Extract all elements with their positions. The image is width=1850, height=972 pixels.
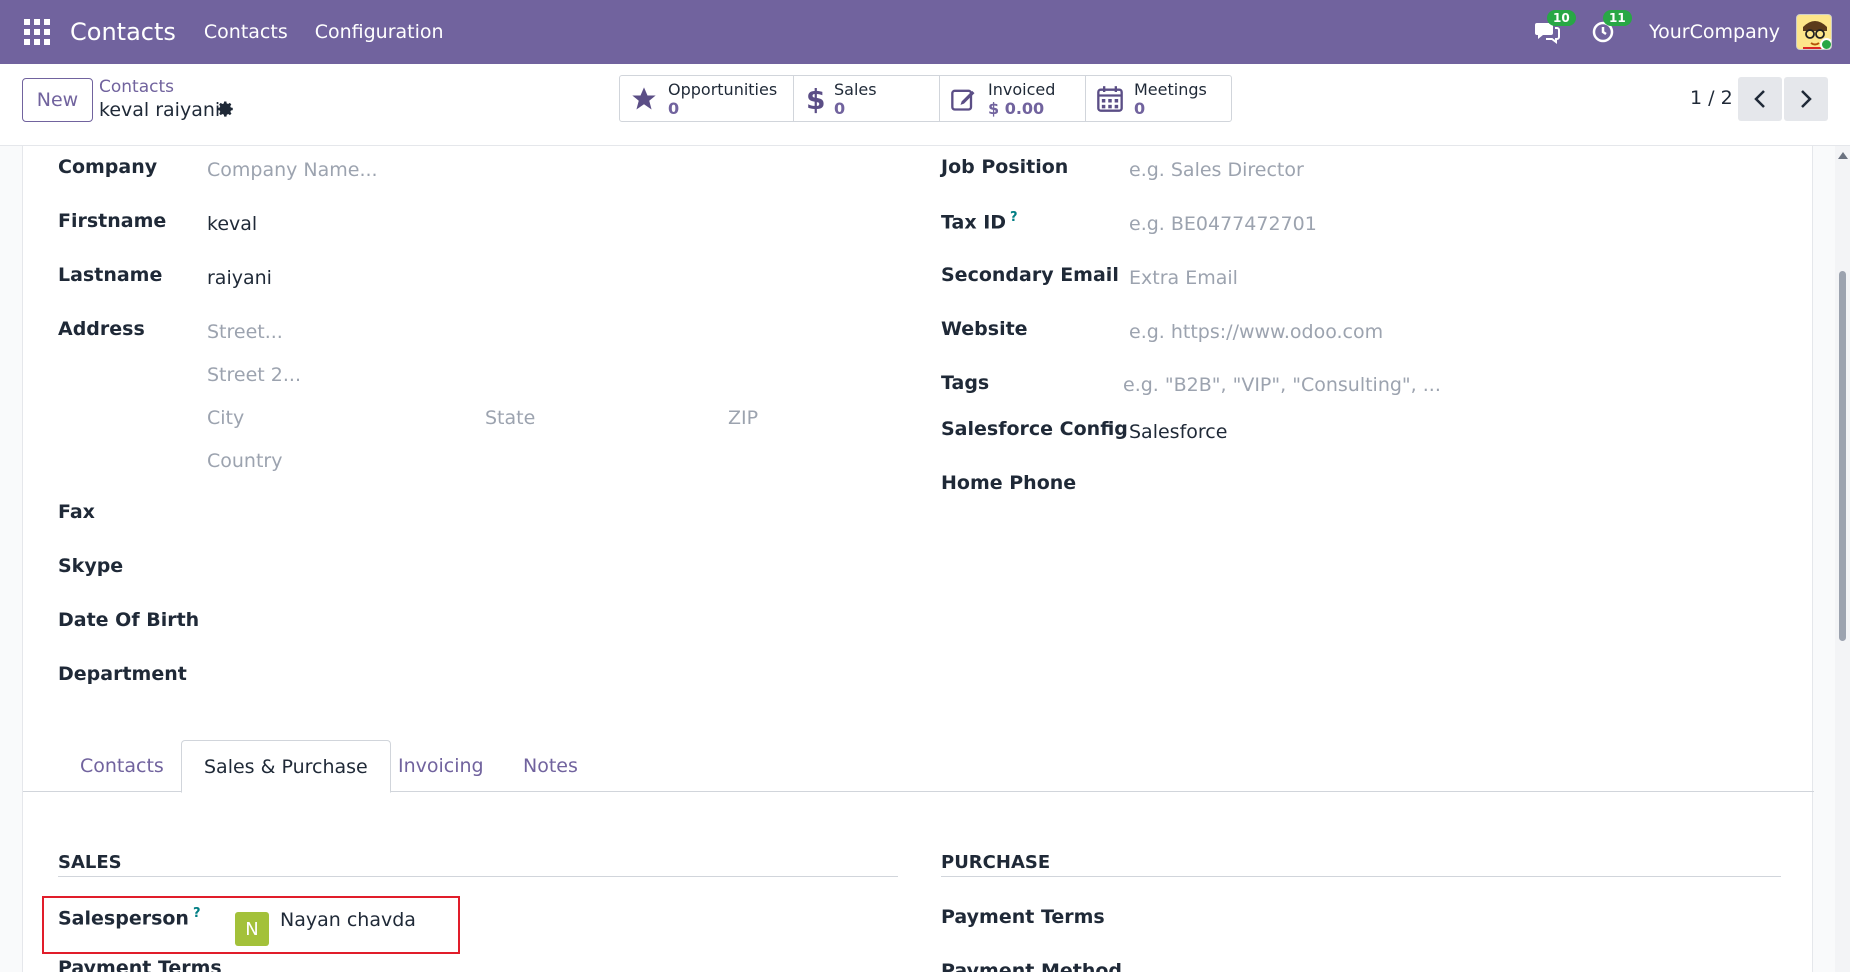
menu-contacts[interactable]: Contacts [204, 21, 288, 43]
meetings-button[interactable]: Meetings 0 [1086, 76, 1231, 121]
fax-label: Fax [58, 501, 95, 523]
svg-text:$: $ [806, 84, 824, 114]
scroll-up-arrow-icon[interactable] [1838, 152, 1848, 159]
website-label: Website [941, 318, 1028, 340]
scrollbar[interactable] [1835, 146, 1850, 972]
purchase-payment-terms-label: Payment Terms [941, 906, 1105, 928]
company-input[interactable]: Company Name... [207, 159, 378, 181]
activities-button[interactable]: 11 [1587, 10, 1632, 48]
form-sheet: Company Company Name... Firstname keval … [22, 146, 1814, 972]
skype-label: Skype [58, 555, 124, 577]
department-label: Department [58, 663, 187, 685]
firstname-input[interactable]: keval [207, 213, 257, 235]
chevron-right-icon [1801, 90, 1812, 108]
sales-section-title: SALES [58, 852, 122, 873]
lastname-input[interactable]: raiyani [207, 267, 272, 289]
tax-id-label-text: Tax ID [941, 211, 1007, 234]
secondary-email-label: Secondary Email [941, 264, 1119, 286]
firstname-label: Firstname [58, 210, 167, 232]
tax-id-label: Tax ID? [941, 210, 1018, 233]
breadcrumb-current: keval raiyani [99, 99, 221, 121]
pager-value[interactable]: 1 / 2 [1690, 87, 1733, 109]
secondary-email-input[interactable]: Extra Email [1129, 267, 1238, 289]
tags-input[interactable]: e.g. "B2B", "VIP", "Consulting", ... [1123, 374, 1441, 396]
sales-button[interactable]: $ Sales 0 [794, 76, 940, 121]
sales-payment-terms-label: Payment Terms [58, 957, 222, 972]
lastname-label: Lastname [58, 264, 163, 286]
user-avatar[interactable] [1796, 14, 1832, 50]
stat-label: Meetings [1134, 79, 1207, 99]
tab-invoicing[interactable]: Invoicing [376, 740, 506, 792]
stat-label: Invoiced [988, 79, 1056, 99]
city-input[interactable]: City [207, 407, 244, 429]
stat-value: 0 [834, 98, 846, 118]
salesforce-config-input[interactable]: Salesforce [1129, 421, 1227, 443]
pager-previous-button[interactable] [1738, 77, 1782, 121]
help-icon[interactable]: ? [1010, 210, 1018, 225]
menu-configuration[interactable]: Configuration [315, 21, 444, 43]
apps-grid-icon[interactable] [24, 19, 50, 45]
country-input[interactable]: Country [207, 450, 282, 472]
control-panel: New Contacts keval raiyani Opportunities… [0, 64, 1850, 146]
online-status-dot [1820, 38, 1831, 49]
activities-badge: 11 [1603, 10, 1632, 26]
company-switcher[interactable]: YourCompany [1649, 21, 1780, 43]
tab-notes[interactable]: Notes [501, 740, 600, 792]
top-navbar: Contacts Contacts Configuration 10 11 Yo… [0, 0, 1850, 64]
address-label: Address [58, 318, 145, 340]
opportunities-button[interactable]: Opportunities 0 [620, 76, 794, 121]
star-icon [632, 86, 656, 109]
website-input[interactable]: e.g. https://www.odoo.com [1129, 321, 1383, 343]
dollar-icon: $ [806, 84, 824, 114]
stat-label: Sales [834, 79, 877, 99]
edit-icon [951, 89, 975, 111]
calendar-icon [1097, 85, 1123, 112]
stat-label: Opportunities [668, 79, 778, 99]
messages-badge: 10 [1547, 10, 1576, 26]
sales-divider [58, 876, 898, 877]
tab-sales-purchase[interactable]: Sales & Purchase [181, 740, 391, 793]
purchase-payment-method-label: Payment Method [941, 960, 1123, 972]
street2-input[interactable]: Street 2... [207, 364, 301, 386]
company-label: Company [58, 156, 158, 178]
street-input[interactable]: Street... [207, 321, 283, 343]
stat-value: 0 [668, 98, 680, 118]
app-brand[interactable]: Contacts [70, 18, 176, 46]
tab-contacts[interactable]: Contacts [58, 740, 186, 792]
home-phone-label: Home Phone [941, 472, 1077, 494]
invoiced-button[interactable]: Invoiced $ 0.00 [940, 76, 1086, 121]
scroll-thumb[interactable] [1839, 271, 1846, 641]
purchase-section-title: PURCHASE [941, 852, 1051, 873]
salesforce-config-label: Salesforce Config [941, 418, 1128, 440]
notebook-tabs: Contacts Sales & Purchase Invoicing Note… [23, 740, 1814, 793]
tags-label: Tags [941, 372, 990, 394]
purchase-divider [941, 876, 1781, 877]
tax-id-input[interactable]: e.g. BE0477472701 [1129, 213, 1317, 235]
gear-icon[interactable] [217, 100, 235, 123]
zip-input[interactable]: ZIP [728, 407, 758, 429]
breadcrumb-parent[interactable]: Contacts [99, 77, 174, 97]
pager-next-button[interactable] [1784, 77, 1828, 121]
chevron-left-icon [1754, 90, 1765, 108]
state-input[interactable]: State [485, 407, 535, 429]
smart-buttons: Opportunities 0 $ Sales 0 Invoiced $ 0.0… [619, 75, 1232, 122]
stat-value: 0 [1134, 98, 1146, 118]
salesperson-avatar: N [235, 912, 269, 946]
dob-label: Date Of Birth [58, 609, 200, 631]
messages-button[interactable]: 10 [1531, 10, 1576, 48]
job-position-input[interactable]: e.g. Sales Director [1129, 159, 1304, 181]
job-position-label: Job Position [941, 156, 1069, 178]
stat-value: $ 0.00 [988, 98, 1045, 118]
new-button[interactable]: New [22, 78, 93, 122]
